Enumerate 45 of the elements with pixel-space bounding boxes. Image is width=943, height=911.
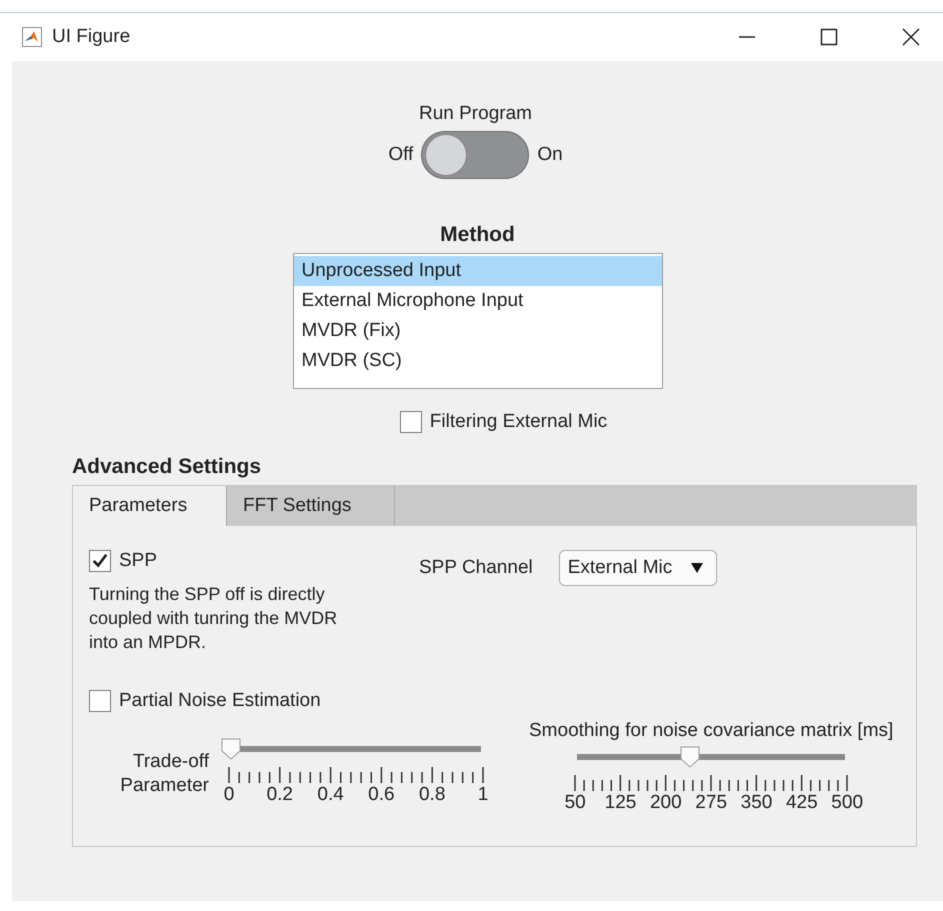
- tick-label: 0.6: [368, 784, 395, 806]
- spp-channel-dropdown[interactable]: External Mic: [558, 550, 718, 586]
- checkbox-label: SPP: [119, 550, 158, 572]
- maximize-icon[interactable]: [819, 27, 839, 47]
- list-item[interactable]: MVDR (SC): [294, 346, 662, 376]
- window-title: UI Figure: [52, 26, 130, 48]
- tick-label: 425: [786, 792, 818, 814]
- close-icon[interactable]: [901, 27, 921, 47]
- method-title: Method: [440, 223, 515, 247]
- app-icon: [22, 27, 42, 47]
- slider-thumb[interactable]: [680, 746, 700, 768]
- tab[interactable]: Parameters: [73, 486, 227, 526]
- tick-label: 200: [650, 792, 682, 814]
- checkbox[interactable]: [89, 690, 111, 712]
- tick-label: 0: [224, 784, 234, 806]
- switch-label: Run Program: [419, 103, 532, 125]
- list-item[interactable]: Unprocessed Input: [294, 256, 662, 286]
- checkbox[interactable]: [89, 550, 111, 572]
- list-item[interactable]: MVDR (Fix): [294, 316, 662, 346]
- checkbox-label: Partial Noise Estimation: [119, 690, 321, 712]
- tick-label: 50: [564, 792, 586, 814]
- tick-label: 0.2: [266, 784, 293, 806]
- list-item[interactable]: External Microphone Input: [294, 286, 662, 316]
- checkbox[interactable]: [400, 411, 422, 433]
- method-listbox[interactable]: Unprocessed Input External Microphone Input MVDR (Fix) MVDR (SC): [292, 253, 662, 389]
- tick-label: 0.4: [317, 784, 344, 806]
- tick-label: 1: [478, 784, 488, 806]
- field-label: SPP Channel: [419, 557, 533, 579]
- on-label: On: [537, 144, 563, 166]
- tick-label: 350: [740, 792, 772, 814]
- slider-label: Trade-off Parameter: [119, 750, 209, 798]
- tab[interactable]: FFT Settings: [227, 486, 395, 526]
- run-program-switch[interactable]: [421, 131, 530, 179]
- off-label: Off: [388, 144, 414, 166]
- slider-thumb[interactable]: [221, 738, 241, 760]
- tick-label: 125: [604, 792, 636, 814]
- caret-icon: [690, 562, 704, 574]
- description-text: Turning the SPP off is directly coupled with tunring the MVDR into an MPDR.: [89, 583, 338, 654]
- checkbox-label: Filtering External Mic: [430, 411, 608, 433]
- tick-label: 500: [831, 792, 863, 814]
- checkmark-icon: [91, 552, 109, 570]
- tick-label: 275: [695, 792, 727, 814]
- section-title: Advanced Settings: [72, 455, 262, 479]
- slider-label: Smoothing for noise covariance matrix [ms]: [529, 720, 894, 742]
- tick-label: 0.8: [418, 784, 446, 806]
